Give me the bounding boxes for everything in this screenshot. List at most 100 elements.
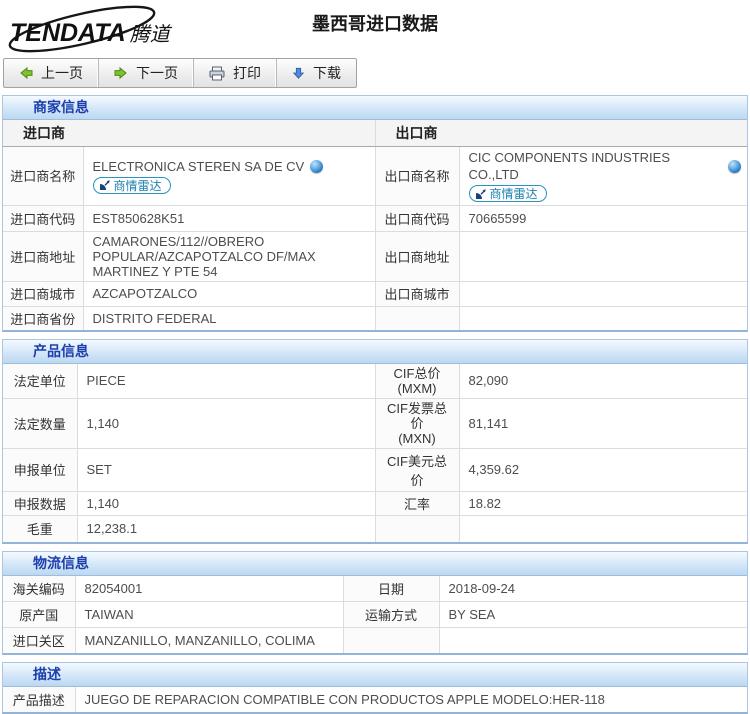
logistics-section-title: 物流信息 bbox=[3, 552, 747, 576]
merchant-section-title: 商家信息 bbox=[3, 96, 747, 120]
table-row: 进口商名称 ELECTRONICA STEREN SA DE CV 商情雷达 出… bbox=[3, 147, 747, 206]
product-info-section: 产品信息 法定单位 PIECE CIF总价(MXM) 82,090 法定数量 1… bbox=[2, 339, 748, 544]
declared-data-label: 申报数据 bbox=[3, 491, 77, 515]
importer-code-value: EST850628K51 bbox=[83, 205, 375, 231]
cif-total-value: 82,090 bbox=[459, 364, 747, 399]
radar-badge[interactable]: 商情雷达 bbox=[469, 185, 547, 202]
next-page-label: 下一页 bbox=[136, 63, 178, 83]
merchant-info-section: 商家信息 进口商 出口商 进口商名称 ELECTRONICA STEREN SA… bbox=[2, 95, 748, 332]
table-row: 法定单位 PIECE CIF总价(MXM) 82,090 bbox=[3, 364, 747, 399]
table-row: 申报数据 1,140 汇率 18.82 bbox=[3, 491, 747, 515]
legal-unit-label: 法定单位 bbox=[3, 364, 77, 399]
table-row: 进口关区 MANZANILLO, MANZANILLO, COLIMA bbox=[3, 627, 747, 653]
cif-total-currency: (MXM) bbox=[382, 381, 453, 396]
arrow-down-icon bbox=[292, 67, 305, 80]
print-button[interactable]: 打印 bbox=[194, 59, 277, 87]
arrow-right-icon bbox=[114, 66, 128, 80]
exchange-rate-label: 汇率 bbox=[375, 491, 459, 515]
exporter-column-header: 出口商 bbox=[375, 120, 747, 147]
cif-total-label: CIF总价 bbox=[382, 366, 453, 381]
page-title: 墨西哥进口数据 bbox=[0, 10, 750, 36]
empty-cell bbox=[375, 306, 459, 330]
date-label: 日期 bbox=[343, 576, 439, 602]
origin-country-label: 原产国 bbox=[3, 601, 75, 627]
importer-city-label: 进口商城市 bbox=[3, 281, 83, 306]
radar-badge-label: 商情雷达 bbox=[114, 177, 162, 194]
next-page-button[interactable]: 下一页 bbox=[99, 59, 194, 87]
toolbar: 上一页 下一页 打印 下载 bbox=[3, 58, 357, 88]
printer-icon bbox=[209, 66, 225, 81]
cif-invoice-value: 81,141 bbox=[459, 398, 747, 448]
cif-invoice-label: CIF发票总价 bbox=[382, 401, 453, 431]
cif-invoice-currency: (MXN) bbox=[382, 431, 453, 446]
table-row: 原产国 TAIWAN 运输方式 BY SEA bbox=[3, 601, 747, 627]
import-customs-label: 进口关区 bbox=[3, 627, 75, 653]
merchant-table: 进口商 出口商 进口商名称 ELECTRONICA STEREN SA DE C… bbox=[3, 120, 747, 330]
importer-address-value: CAMARONES/112//OBRERO POPULAR/AZCAPOTZAL… bbox=[83, 231, 375, 281]
table-row: 产品描述 JUEGO DE REPARACION COMPATIBLE CON … bbox=[3, 687, 747, 712]
logistics-table: 海关编码 82054001 日期 2018-09-24 原产国 TAIWAN 运… bbox=[3, 576, 747, 653]
empty-cell bbox=[343, 627, 439, 653]
exporter-code-label: 出口商代码 bbox=[375, 205, 459, 231]
empty-cell bbox=[375, 515, 459, 542]
table-row: 毛重 12,238.1 bbox=[3, 515, 747, 542]
date-value: 2018-09-24 bbox=[439, 576, 747, 602]
radar-dish-icon bbox=[99, 179, 111, 191]
print-label: 打印 bbox=[233, 63, 261, 83]
table-row: 进口商省份 DISTRITO FEDERAL bbox=[3, 306, 747, 330]
importer-address-label: 进口商地址 bbox=[3, 231, 83, 281]
product-table: 法定单位 PIECE CIF总价(MXM) 82,090 法定数量 1,140 … bbox=[3, 364, 747, 542]
table-row: 申报单位 SET CIF美元总价 4,359.62 bbox=[3, 448, 747, 491]
cif-usd-value: 4,359.62 bbox=[459, 448, 747, 491]
prev-page-label: 上一页 bbox=[41, 63, 83, 83]
legal-unit-value: PIECE bbox=[77, 364, 375, 399]
gross-weight-value: 12,238.1 bbox=[77, 515, 375, 542]
legal-qty-value: 1,140 bbox=[77, 398, 375, 448]
product-description-value: JUEGO DE REPARACION COMPATIBLE CON PRODU… bbox=[75, 687, 747, 712]
importer-province-value: DISTRITO FEDERAL bbox=[83, 306, 375, 330]
importer-province-label: 进口商省份 bbox=[3, 306, 83, 330]
prev-page-button[interactable]: 上一页 bbox=[4, 59, 99, 87]
download-button[interactable]: 下载 bbox=[277, 59, 356, 87]
description-section-title: 描述 bbox=[3, 663, 747, 687]
page-header: TENDATA腾道 墨西哥进口数据 bbox=[0, 0, 750, 56]
exchange-rate-value: 18.82 bbox=[459, 491, 747, 515]
transport-mode-value: BY SEA bbox=[439, 601, 747, 627]
exporter-name-value: CIC COMPONENTS INDUSTRIES CO.,LTD bbox=[469, 149, 723, 183]
logistics-info-section: 物流信息 海关编码 82054001 日期 2018-09-24 原产国 TAI… bbox=[2, 551, 748, 655]
table-row: 进口商地址 CAMARONES/112//OBRERO POPULAR/AZCA… bbox=[3, 231, 747, 281]
globe-icon[interactable] bbox=[728, 160, 741, 173]
cif-usd-label: CIF美元总价 bbox=[375, 448, 459, 491]
importer-city-value: AZCAPOTZALCO bbox=[83, 281, 375, 306]
exporter-city-label: 出口商城市 bbox=[375, 281, 459, 306]
declared-unit-value: SET bbox=[77, 448, 375, 491]
globe-icon[interactable] bbox=[310, 160, 323, 173]
arrow-left-icon bbox=[19, 66, 33, 80]
hs-code-value: 82054001 bbox=[75, 576, 343, 602]
importer-name-value: ELECTRONICA STEREN SA DE CV bbox=[93, 158, 305, 175]
table-row: 法定数量 1,140 CIF发票总价(MXN) 81,141 bbox=[3, 398, 747, 448]
exporter-address-value bbox=[459, 231, 747, 281]
table-row: 进口商代码 EST850628K51 出口商代码 70665599 bbox=[3, 205, 747, 231]
description-section: 描述 产品描述 JUEGO DE REPARACION COMPATIBLE C… bbox=[2, 662, 748, 714]
exporter-address-label: 出口商地址 bbox=[375, 231, 459, 281]
origin-country-value: TAIWAN bbox=[75, 601, 343, 627]
table-row: 进口商城市 AZCAPOTZALCO 出口商城市 bbox=[3, 281, 747, 306]
table-row: 海关编码 82054001 日期 2018-09-24 bbox=[3, 576, 747, 602]
import-customs-value: MANZANILLO, MANZANILLO, COLIMA bbox=[75, 627, 343, 653]
download-label: 下载 bbox=[313, 63, 341, 83]
gross-weight-label: 毛重 bbox=[3, 515, 77, 542]
importer-column-header: 进口商 bbox=[3, 120, 375, 147]
empty-cell bbox=[459, 515, 747, 542]
product-description-label: 产品描述 bbox=[3, 687, 75, 712]
exporter-code-value: 70665599 bbox=[459, 205, 747, 231]
radar-dish-icon bbox=[475, 188, 487, 200]
exporter-city-value bbox=[459, 281, 747, 306]
description-table: 产品描述 JUEGO DE REPARACION COMPATIBLE CON … bbox=[3, 687, 747, 712]
hs-code-label: 海关编码 bbox=[3, 576, 75, 602]
empty-cell bbox=[459, 306, 747, 330]
importer-name-label: 进口商名称 bbox=[3, 147, 83, 206]
importer-code-label: 进口商代码 bbox=[3, 205, 83, 231]
exporter-name-label: 出口商名称 bbox=[375, 147, 459, 206]
radar-badge[interactable]: 商情雷达 bbox=[93, 177, 171, 194]
